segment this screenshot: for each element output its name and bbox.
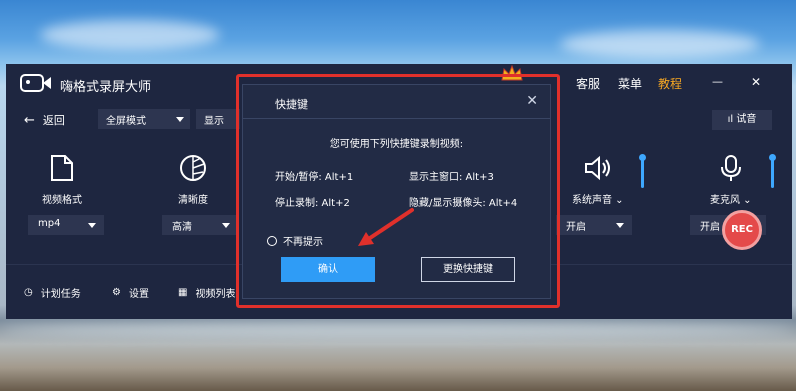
chevron-down-icon xyxy=(616,223,624,228)
annotation-arrow-icon xyxy=(358,208,414,246)
video-format-option[interactable]: 视频格式 xyxy=(42,154,82,206)
system-sound-label: 系统声音 ⌄ xyxy=(572,195,624,206)
video-list-button[interactable]: ▦ 视频列表 xyxy=(178,285,238,300)
confirm-button[interactable]: 确认 xyxy=(281,257,375,282)
test-audio-button[interactable]: ıl 试音 xyxy=(712,110,772,130)
dont-show-again-option[interactable]: 不再提示 xyxy=(267,233,323,248)
quality-label: 清晰度 xyxy=(178,195,208,206)
chevron-down-icon xyxy=(176,117,184,122)
grid-icon: ▦ xyxy=(178,287,188,298)
dont-show-again-label: 不再提示 xyxy=(283,237,323,248)
screen-select[interactable]: 显示器1 xyxy=(196,109,240,129)
speaker-icon xyxy=(584,155,610,181)
shortcut-dialog: 快捷键 ✕ 您可使用下列快捷键录制视频: 开始/暂停: Alt+1 显示主窗口:… xyxy=(242,84,551,299)
microphone-value: 开启 xyxy=(700,222,720,233)
gear-icon: ⚙ xyxy=(112,287,121,298)
dialog-description: 您可使用下列快捷键录制视频: xyxy=(329,139,464,150)
app-title: 嗨格式录屏大师 xyxy=(60,80,152,95)
chevron-down-icon xyxy=(222,223,230,228)
chevron-down-icon xyxy=(88,223,96,228)
quality-icon xyxy=(180,155,206,181)
app-logo-icon xyxy=(20,74,51,92)
video-format-select[interactable]: mp4 xyxy=(28,215,104,235)
system-sound-select[interactable]: 开启 xyxy=(556,215,632,235)
video-format-value: mp4 xyxy=(38,218,61,229)
video-list-label: 视频列表 xyxy=(195,289,236,300)
close-button[interactable]: ✕ xyxy=(751,75,761,89)
shortcut-start: 开始/暂停: Alt+1 xyxy=(275,172,354,183)
test-label: 试音 xyxy=(736,114,757,125)
system-sound-option[interactable]: 系统声音 ⌄ xyxy=(572,154,624,206)
quality-select[interactable]: 高清 xyxy=(162,215,238,235)
mode-value: 全屏模式 xyxy=(106,116,146,127)
minimize-button[interactable]: — xyxy=(712,75,723,88)
file-icon xyxy=(51,155,73,181)
screen-value: 显示器1 xyxy=(204,116,224,127)
quality-option[interactable]: 清晰度 xyxy=(178,154,208,206)
record-button[interactable]: REC xyxy=(722,210,762,250)
quality-value: 高清 xyxy=(172,222,192,233)
mode-select[interactable]: 全屏模式 xyxy=(98,109,190,129)
shortcut-camera: 隐藏/显示摄像头: Alt+4 xyxy=(409,198,518,209)
shortcut-show-main: 显示主窗口: Alt+3 xyxy=(409,172,494,183)
tutorial-link[interactable]: 教程 xyxy=(658,75,682,92)
mic-volume-slider[interactable] xyxy=(769,154,776,188)
settings-label: 设置 xyxy=(128,289,149,300)
audio-bars-icon: ıl xyxy=(727,114,734,125)
change-shortcut-button[interactable]: 更换快捷键 xyxy=(421,257,515,282)
service-link[interactable]: 客服 xyxy=(576,75,600,92)
clock-icon: ◷ xyxy=(24,287,33,298)
schedule-button[interactable]: ◷ 计划任务 xyxy=(24,285,81,300)
schedule-label: 计划任务 xyxy=(40,289,81,300)
dialog-close-icon[interactable]: ✕ xyxy=(526,93,538,109)
microphone-icon xyxy=(720,155,741,181)
shortcut-stop: 停止录制: Alt+2 xyxy=(275,198,350,209)
video-format-label: 视频格式 xyxy=(42,195,82,206)
microphone-option[interactable]: 麦克风 ⌄ xyxy=(710,154,752,206)
dialog-title: 快捷键 xyxy=(243,85,550,119)
settings-button[interactable]: ⚙ 设置 xyxy=(112,285,149,300)
menu-link[interactable]: 菜单 xyxy=(618,75,642,92)
system-volume-slider[interactable] xyxy=(639,154,646,188)
microphone-label: 麦克风 ⌄ xyxy=(710,195,752,206)
back-button[interactable]: ← 返回 xyxy=(24,112,65,128)
system-sound-value: 开启 xyxy=(566,222,586,233)
arrow-left-icon: ← xyxy=(24,112,35,128)
radio-icon xyxy=(267,235,277,246)
back-label: 返回 xyxy=(42,114,65,127)
